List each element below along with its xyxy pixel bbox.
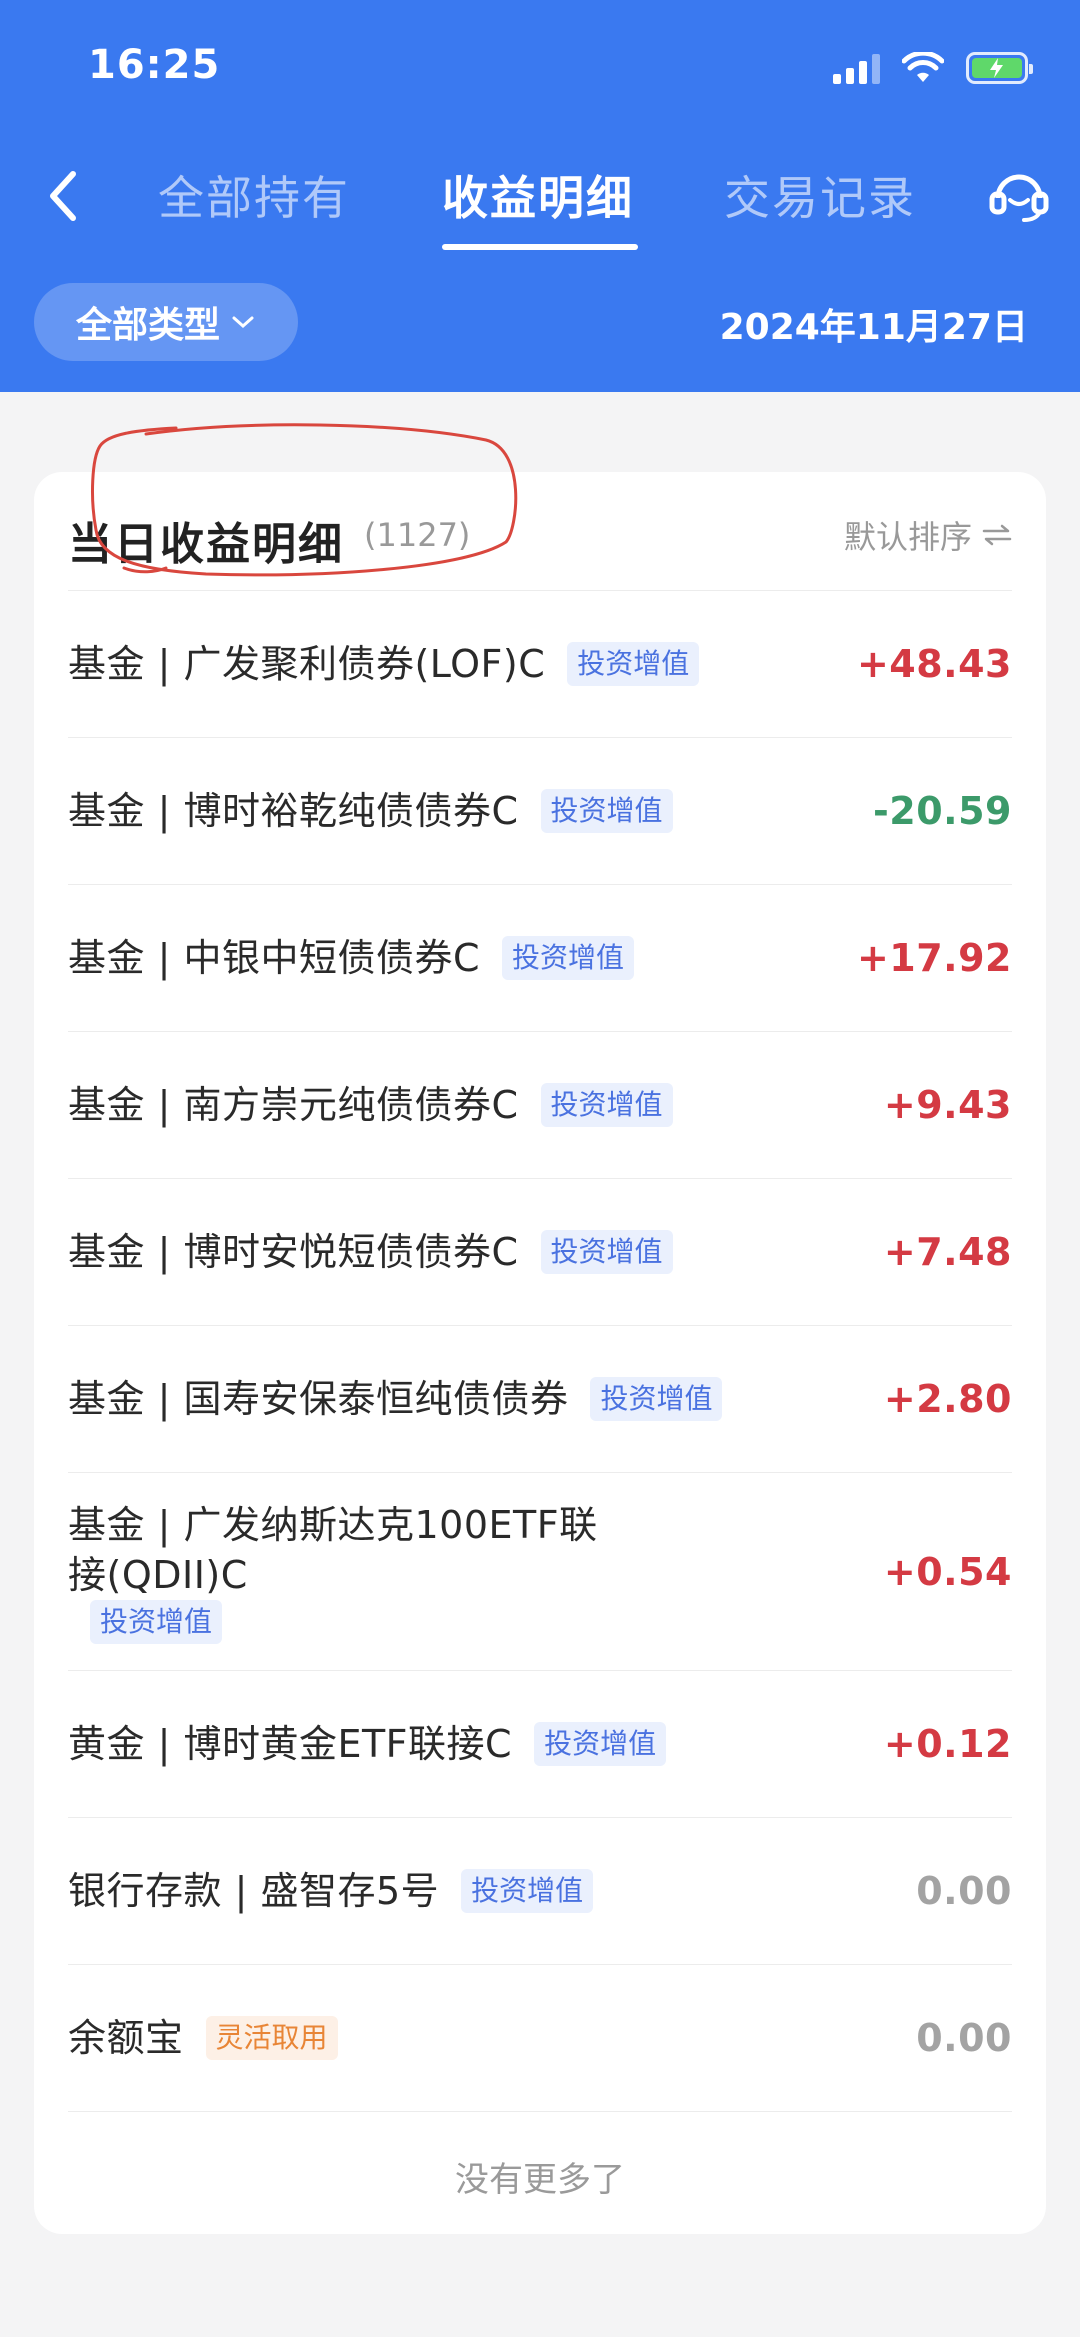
item-tag: 投资增值 <box>540 789 673 833</box>
daily-earnings-card: 当日收益明细 (1127) 默认排序 基金 | 广发聚利债券(LOF)C 投资增… <box>34 472 1046 2234</box>
item-amount: 0.00 <box>916 2016 1012 2060</box>
item-name: 基金 | 博时安悦短债债券C <box>68 1230 519 1274</box>
item-name: 基金 | 国寿安保泰恒纯债债券 <box>68 1377 569 1421</box>
item-name: 黄金 | 博时黄金ETF联接C <box>68 1722 513 1766</box>
back-chevron-icon <box>50 171 76 221</box>
type-filter-label: 全部类型 <box>75 305 220 346</box>
item-tag: 投资增值 <box>502 936 635 980</box>
customer-service-button[interactable] <box>984 160 1054 230</box>
item-tag: 投资增值 <box>567 642 700 686</box>
selected-date[interactable]: 2024年11月27日 <box>720 298 1028 350</box>
status-time: 16:25 <box>88 42 221 88</box>
list-item[interactable]: 基金 | 博时安悦短债债券C 投资增值 +7.48 <box>68 1178 1012 1325</box>
type-filter-dropdown[interactable]: 全部类型 <box>34 283 298 361</box>
tab-transactions[interactable]: 交易记录 <box>724 162 916 228</box>
item-amount: +7.48 <box>883 1230 1012 1274</box>
list-item[interactable]: 基金 | 国寿安保泰恒纯债债券 投资增值 +2.80 <box>68 1325 1012 1472</box>
sort-swap-icon <box>982 524 1012 546</box>
wifi-icon <box>902 52 944 82</box>
top-nav: 全部持有 收益明细 交易记录 <box>0 150 1080 250</box>
item-amount: +9.43 <box>883 1083 1012 1127</box>
card-title: 当日收益明细 <box>68 519 344 570</box>
item-amount: 0.00 <box>916 1869 1012 1913</box>
item-name: 基金 | 广发纳斯达克100ETF联接(QDII)C <box>68 1502 598 1597</box>
list-divider <box>68 2111 1012 2112</box>
list-item[interactable]: 基金 | 中银中短债债券C 投资增值 +17.92 <box>68 884 1012 1031</box>
item-name: 基金 | 广发聚利债券(LOF)C <box>68 642 546 686</box>
list-item[interactable]: 基金 | 广发聚利债券(LOF)C 投资增值 +48.43 <box>68 590 1012 737</box>
active-tab-underline <box>442 244 638 250</box>
list-item[interactable]: 银行存款 | 盛智存5号 投资增值 0.00 <box>68 1817 1012 1964</box>
item-name: 基金 | 南方崇元纯债债券C <box>68 1083 519 1127</box>
sort-label: 默认排序 <box>843 518 972 556</box>
record-count: (1127) <box>364 516 471 554</box>
no-more-text: 没有更多了 <box>455 2160 625 2200</box>
item-name: 基金 | 中银中短债债券C <box>68 936 480 980</box>
tab-earnings-detail[interactable]: 收益明细 <box>442 162 634 228</box>
signal-icon <box>833 52 880 84</box>
battery-icon <box>966 52 1033 84</box>
list-item[interactable]: 基金 | 广发纳斯达克100ETF联接(QDII)C 投资增值 +0.54 <box>68 1472 1012 1670</box>
list-item[interactable]: 基金 | 南方崇元纯债债券C 投资增值 +9.43 <box>68 1031 1012 1178</box>
item-tag: 投资增值 <box>534 1722 667 1766</box>
item-tag: 投资增值 <box>90 1599 223 1644</box>
item-amount: +0.12 <box>883 1722 1012 1766</box>
item-name: 余额宝 <box>68 2016 184 2060</box>
tab-all-holdings[interactable]: 全部持有 <box>158 162 350 228</box>
item-tag: 灵活取用 <box>205 2016 338 2060</box>
back-button[interactable] <box>38 168 86 224</box>
item-amount: +0.54 <box>883 1549 1012 1594</box>
item-tag: 投资增值 <box>461 1869 594 1913</box>
headset-service-icon <box>989 174 1049 222</box>
status-icons <box>833 48 1033 88</box>
item-amount: +17.92 <box>856 936 1012 980</box>
item-amount: +48.43 <box>856 642 1012 686</box>
item-name: 基金 | 博时裕乾纯债债券C <box>68 789 519 833</box>
list-item[interactable]: 基金 | 博时裕乾纯债债券C 投资增值 -20.59 <box>68 737 1012 884</box>
list-item[interactable]: 黄金 | 博时黄金ETF联接C 投资增值 +0.12 <box>68 1670 1012 1817</box>
sort-button[interactable]: 默认排序 <box>844 512 1012 558</box>
item-amount: +2.80 <box>883 1377 1012 1421</box>
item-tag: 投资增值 <box>540 1083 673 1127</box>
header: 16:25 全部持有 收益明细 交易记录 全部类型 2024年11月27日 <box>0 0 1080 392</box>
item-amount: -20.59 <box>873 789 1012 833</box>
item-name: 银行存款 | 盛智存5号 <box>68 1869 440 1913</box>
item-tag: 投资增值 <box>540 1230 673 1274</box>
list-item[interactable]: 余额宝 灵活取用 0.00 <box>68 1964 1012 2111</box>
item-tag: 投资增值 <box>590 1377 723 1421</box>
chevron-down-icon <box>232 316 254 329</box>
